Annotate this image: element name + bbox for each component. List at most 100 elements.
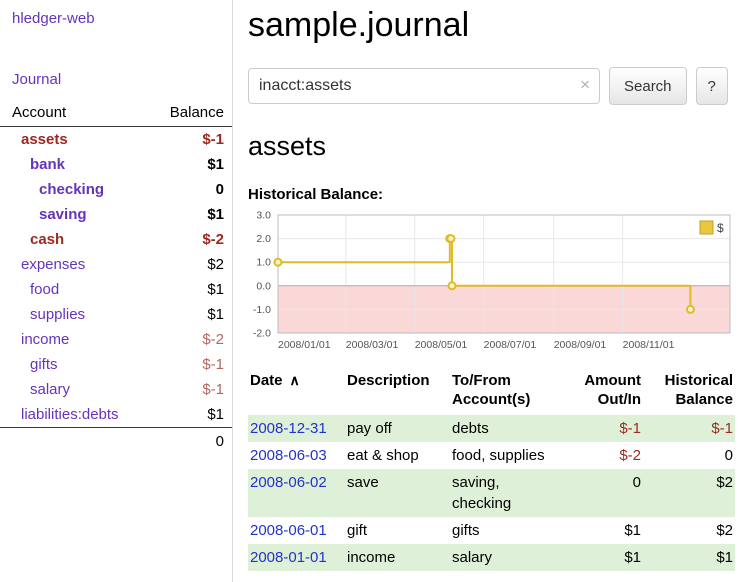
account-balance: $-1 [202, 352, 224, 377]
account-link[interactable]: liabilities:debts [12, 402, 119, 427]
accounts-header: Account Balance [0, 102, 232, 127]
register-table: Date∧ Description To/From Account(s) Amo… [248, 369, 735, 571]
transaction-description: eat & shop [345, 442, 450, 469]
account-balance: $-2 [202, 227, 224, 252]
transaction-historical-balance: 0 [643, 442, 735, 469]
account-row: assets$-1 [0, 127, 232, 152]
account-balance: $-1 [202, 377, 224, 402]
sidebar-item-journal[interactable]: Journal [0, 69, 232, 90]
account-balance: 0 [216, 177, 224, 202]
search-bar: × Search ? [248, 67, 735, 105]
account-balance: $1 [207, 202, 224, 227]
transaction-amount: $1 [570, 544, 643, 571]
svg-text:-2.0: -2.0 [253, 328, 271, 340]
search-input[interactable] [248, 68, 600, 104]
account-balance: $1 [207, 277, 224, 302]
svg-text:2008/05/01: 2008/05/01 [415, 339, 468, 351]
svg-text:2008/09/01: 2008/09/01 [554, 339, 607, 351]
column-header-amount: Amount Out/In [570, 369, 643, 415]
account-link[interactable]: assets [12, 127, 68, 152]
account-link[interactable]: salary [12, 377, 70, 402]
transaction-amount: 0 [570, 469, 643, 517]
transaction-date-link[interactable]: 2008-06-02 [250, 474, 327, 491]
svg-text:2008/01/01: 2008/01/01 [278, 339, 331, 351]
transaction-accounts: debts [450, 415, 570, 442]
account-row: liabilities:debts$1 [0, 402, 232, 427]
account-link[interactable]: bank [12, 152, 65, 177]
svg-text:-1.0: -1.0 [253, 304, 271, 316]
account-row: saving $1 [0, 202, 232, 227]
search-button[interactable]: Search [609, 67, 687, 105]
column-header-balance: Historical Balance [643, 369, 735, 415]
account-link[interactable]: checking [12, 177, 104, 202]
account-row: expenses$2 [0, 252, 232, 277]
account-link[interactable]: supplies [12, 302, 85, 327]
transaction-historical-balance: $-1 [643, 415, 735, 442]
svg-text:2008/07/01: 2008/07/01 [484, 339, 537, 351]
transaction-date-link[interactable]: 2008-06-01 [250, 522, 327, 539]
transaction-description: save [345, 469, 450, 517]
transaction-date-link[interactable]: 2008-01-01 [250, 549, 327, 566]
transaction-accounts: saving, checking [450, 469, 570, 517]
main-panel: sample.journal × Search ? assets Histori… [248, 0, 735, 571]
account-row: bank $1 [0, 152, 232, 177]
accounts-tree: Account Balance assets$-1bank$1checking0… [0, 102, 232, 453]
register-cell-date: 2008-06-03 [248, 442, 345, 469]
register-cell-date: 2008-06-02 [248, 469, 345, 517]
clear-search-icon[interactable]: × [580, 76, 590, 93]
register-row: 2008-06-02 savesaving, checking0$2 [248, 469, 735, 517]
transaction-historical-balance: $1 [643, 544, 735, 571]
account-link[interactable]: cash [12, 227, 64, 252]
account-row: gifts $-1 [0, 352, 232, 377]
account-balance: $1 [207, 152, 224, 177]
register-cell-date: 2008-06-01 [248, 517, 345, 544]
account-row: checking 0 [0, 177, 232, 202]
account-balance: $-2 [202, 327, 224, 352]
register-row: 2008-01-01incomesalary$1$1 [248, 544, 735, 571]
column-header-description: Description [345, 369, 450, 415]
column-header-accounts: To/From Account(s) [450, 369, 570, 415]
svg-text:0.0: 0.0 [256, 280, 271, 292]
account-heading: assets [248, 131, 735, 162]
transaction-accounts: food, supplies [450, 442, 570, 469]
column-header-date[interactable]: Date∧ [248, 369, 345, 415]
transaction-historical-balance: $2 [643, 517, 735, 544]
transaction-historical-balance: $2 [643, 469, 735, 517]
svg-text:3.0: 3.0 [256, 210, 271, 222]
register-cell-date: 2008-01-01 [248, 544, 345, 571]
accounts-total-row: 0 [0, 427, 232, 453]
transaction-amount: $1 [570, 517, 643, 544]
accounts-rows: assets$-1bank$1checking0saving$1cash$-2e… [0, 127, 232, 427]
account-link[interactable]: food [12, 277, 59, 302]
sidebar: hledger-web Journal Account Balance asse… [0, 0, 232, 453]
account-row: supplies$1 [0, 302, 232, 327]
journal-title: sample.journal [248, 6, 735, 45]
help-button[interactable]: ? [696, 67, 728, 105]
account-link[interactable]: expenses [12, 252, 85, 277]
register-cell-date: 2008-12-31 [248, 415, 345, 442]
search-box: × [248, 68, 600, 104]
account-row: income $-2 [0, 327, 232, 352]
account-link[interactable]: saving [12, 202, 87, 227]
sidebar-divider [232, 0, 233, 582]
chart-title: Historical Balance: [248, 186, 735, 203]
transaction-description: gift [345, 517, 450, 544]
svg-text:$: $ [717, 221, 724, 235]
historical-balance-chart: 3.02.01.00.0-1.0-2.02008/01/012008/03/01… [248, 209, 735, 357]
transaction-amount: $-2 [570, 442, 643, 469]
accounts-header-balance: Balance [170, 104, 224, 121]
transaction-amount: $-1 [570, 415, 643, 442]
transaction-date-link[interactable]: 2008-12-31 [250, 420, 327, 437]
register-row: 2008-12-31pay offdebts$-1$-1 [248, 415, 735, 442]
register-header-row: Date∧ Description To/From Account(s) Amo… [248, 369, 735, 415]
svg-text:1.0: 1.0 [256, 257, 271, 269]
accounts-total-value: 0 [216, 431, 224, 453]
svg-text:2008/11/01: 2008/11/01 [623, 339, 675, 351]
sort-ascending-icon: ∧ [290, 372, 300, 388]
account-row: salary $-1 [0, 377, 232, 402]
app-title-link[interactable]: hledger-web [0, 8, 232, 29]
account-link[interactable]: income [12, 327, 69, 352]
account-link[interactable]: gifts [12, 352, 58, 377]
register-row: 2008-06-01giftgifts$1$2 [248, 517, 735, 544]
transaction-date-link[interactable]: 2008-06-03 [250, 447, 327, 464]
